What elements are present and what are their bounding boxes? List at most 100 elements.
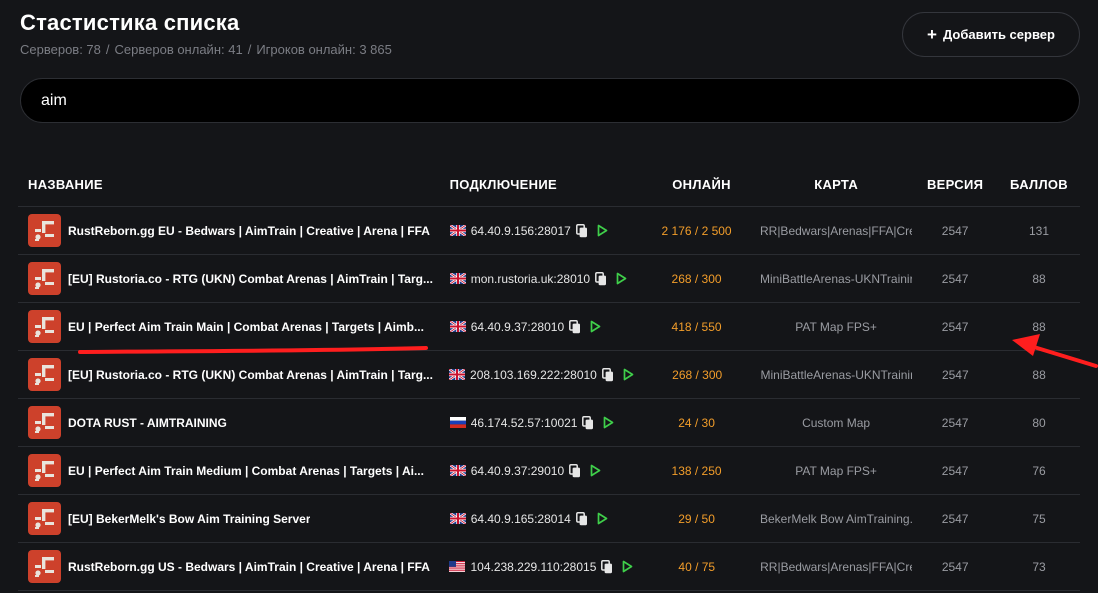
version-cell: 2547 [912, 366, 998, 384]
map-name: BekerMelk Bow AimTraining.r [759, 511, 913, 526]
version-value: 2547 [941, 271, 969, 286]
version-cell: 2547 [912, 222, 998, 240]
play-icon[interactable] [590, 464, 601, 477]
play-icon[interactable] [623, 368, 634, 381]
table-row[interactable]: DOTA RUST - AIMTRAINING 46.174.52.57:1002… [18, 399, 1080, 447]
map-cell: PAT Map FPS+ [760, 464, 912, 478]
map-cell: PAT Map FPS+ [760, 320, 912, 334]
column-header-points[interactable]: БАЛЛОВ [998, 177, 1080, 192]
rust-glyph [35, 365, 54, 385]
server-name-cell: [EU] Rustoria.co - RTG (UKN) Combat Aren… [18, 262, 442, 295]
copy-icon[interactable] [569, 463, 581, 478]
online-count: 2 176 / 2 500 [661, 223, 732, 238]
table-row[interactable]: RustReborn.gg EU - Bedwars | AimTrain | … [18, 207, 1080, 255]
table-row[interactable]: RustReborn.gg US - Bedwars | AimTrain | … [18, 543, 1080, 591]
copy-icon[interactable] [601, 367, 614, 382]
table-body: RustReborn.gg EU - Bedwars | AimTrain | … [18, 207, 1080, 591]
copy-icon[interactable] [582, 415, 594, 430]
version-cell: 2547 [912, 510, 998, 528]
column-header-online[interactable]: ОНЛАЙН [633, 177, 760, 192]
play-icon[interactable] [597, 512, 608, 525]
column-header-map[interactable]: КАРТА [760, 177, 912, 192]
play-icon[interactable] [590, 320, 601, 333]
rust-glyph [35, 509, 54, 529]
stats-line: Серверов: 78 / Серверов онлайн: 41 / Игроков… [20, 42, 392, 57]
server-name-cell: EU | Perfect Aim Train Main | Combat Are… [18, 310, 442, 343]
table-row[interactable]: [EU] BekerMelk's Bow Aim Training Server… [18, 495, 1080, 543]
table-header: НАЗВАНИЕ ПОДКЛЮЧЕНИЕ ОНЛАЙН КАРТА ВЕРСИЯ… [18, 162, 1080, 207]
version-value: 2547 [941, 559, 969, 574]
copy-icon[interactable] [575, 511, 588, 526]
points-cell: 76 [998, 462, 1080, 480]
server-name-cell: [EU] BekerMelk's Bow Aim Training Server [18, 502, 442, 535]
map-name: MiniBattleArenas-UKNTrainir [759, 271, 913, 286]
online-cell: 268 / 300 [634, 366, 761, 384]
server-address: 64.40.9.37:29010 [470, 463, 565, 478]
table-row[interactable]: EU | Perfect Aim Train Main | Combat Are… [18, 303, 1080, 351]
server-name[interactable]: EU | Perfect Aim Train Main | Combat Are… [68, 320, 424, 334]
server-name-cell: EU | Perfect Aim Train Medium | Combat A… [18, 454, 442, 487]
copy-icon[interactable] [595, 271, 607, 286]
connection-cell: 64.40.9.165:28014 [442, 512, 633, 526]
points-cell: 88 [998, 318, 1080, 336]
rust-logo-icon [28, 454, 61, 487]
points-value: 88 [1032, 319, 1046, 334]
play-icon[interactable] [603, 416, 614, 429]
servers-count: Серверов: 78 [20, 42, 101, 57]
rust-logo-icon [28, 262, 61, 295]
server-name[interactable]: DOTA RUST - AIMTRAINING [68, 416, 227, 430]
server-name[interactable]: EU | Perfect Aim Train Medium | Combat A… [68, 464, 424, 478]
rust-glyph [35, 461, 54, 481]
us-flag-icon [449, 561, 466, 572]
server-name[interactable]: [EU] Rustoria.co - RTG (UKN) Combat Aren… [68, 368, 433, 382]
map-cell: MiniBattleArenas-UKNTrainir [760, 272, 912, 286]
table-row[interactable]: [EU] Rustoria.co - RTG (UKN) Combat Aren… [18, 351, 1080, 399]
map-name: PAT Map FPS+ [795, 319, 877, 334]
add-server-button[interactable]: + Добавить сервер [902, 12, 1080, 57]
gb-flag-icon [449, 321, 466, 332]
copy-icon[interactable] [569, 319, 581, 334]
rust-logo-icon [28, 502, 61, 535]
search-input[interactable] [41, 91, 1059, 110]
rust-logo-icon [28, 406, 61, 439]
copy-icon[interactable] [575, 223, 588, 238]
online-count: 40 / 75 [678, 559, 716, 574]
server-name-cell: RustReborn.gg EU - Bedwars | AimTrain | … [18, 214, 442, 247]
gb-flag-icon [449, 513, 466, 524]
gb-flag-icon [449, 273, 466, 284]
version-cell: 2547 [912, 558, 998, 576]
points-value: 131 [1029, 223, 1050, 238]
rust-glyph [35, 557, 54, 577]
version-value: 2547 [941, 367, 969, 382]
play-icon[interactable] [622, 560, 633, 573]
table-row[interactable]: [EU] Rustoria.co - RTG (UKN) Combat Aren… [18, 255, 1080, 303]
column-header-version[interactable]: ВЕРСИЯ [912, 177, 998, 192]
points-value: 76 [1032, 463, 1046, 478]
online-cell: 418 / 550 [633, 318, 760, 336]
server-address: 64.40.9.165:28014 [470, 511, 571, 526]
server-address: mon.rustoria.uk:28010 [470, 271, 591, 286]
server-name[interactable]: RustReborn.gg EU - Bedwars | AimTrain | … [68, 224, 430, 238]
map-cell: BekerMelk Bow AimTraining.r [760, 512, 912, 526]
copy-icon[interactable] [601, 559, 613, 574]
play-icon[interactable] [597, 224, 608, 237]
stats-separator: / [247, 42, 252, 57]
map-cell: Custom Map [760, 416, 912, 430]
play-icon[interactable] [616, 272, 627, 285]
server-address: 64.40.9.37:28010 [470, 319, 565, 334]
search-bar[interactable] [20, 78, 1080, 123]
version-value: 2547 [941, 415, 969, 430]
ru-flag-icon [449, 417, 466, 428]
server-name-cell: DOTA RUST - AIMTRAINING [18, 406, 442, 439]
table-row[interactable]: EU | Perfect Aim Train Medium | Combat A… [18, 447, 1080, 495]
version-cell: 2547 [912, 318, 998, 336]
map-name: RR|Bedwars|Arenas|FFA|Creat [760, 559, 913, 574]
gb-flag-icon [449, 225, 466, 236]
map-name: MiniBattleArenas-UKNTrainir [760, 367, 913, 382]
server-name[interactable]: [EU] Rustoria.co - RTG (UKN) Combat Aren… [68, 272, 433, 286]
rust-glyph [35, 317, 54, 337]
server-name[interactable]: [EU] BekerMelk's Bow Aim Training Server [68, 512, 310, 526]
column-header-name[interactable]: НАЗВАНИЕ [18, 177, 442, 192]
server-name[interactable]: RustReborn.gg US - Bedwars | AimTrain | … [68, 560, 430, 574]
column-header-connection[interactable]: ПОДКЛЮЧЕНИЕ [442, 177, 633, 192]
